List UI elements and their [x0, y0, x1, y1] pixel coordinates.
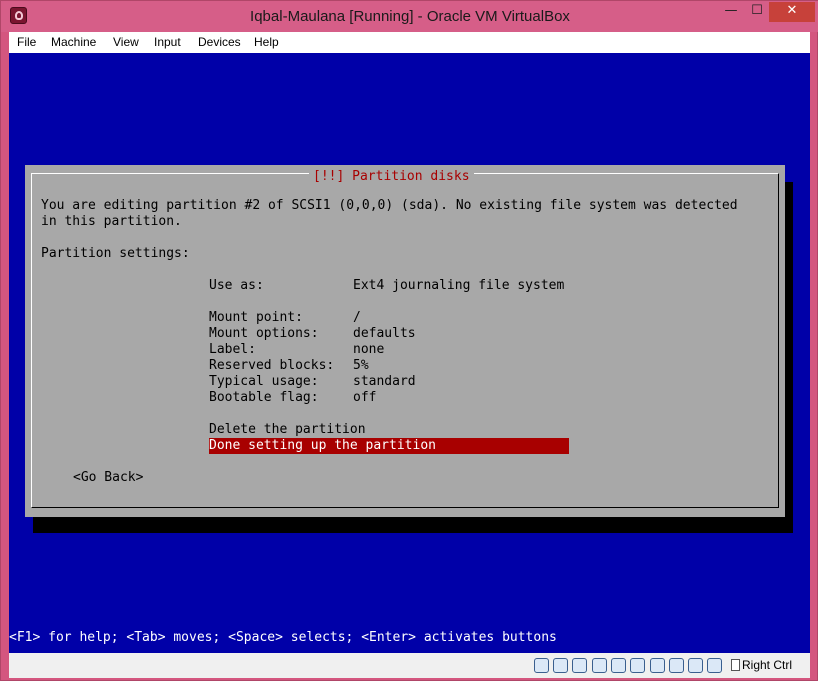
minimize-button[interactable]: —: [718, 2, 744, 22]
window-title: Iqbal-Maulana [Running] - Oracle VM Virt…: [250, 8, 570, 25]
setting-label: Typical usage:: [209, 374, 319, 389]
setting-label: Mount point:: [209, 310, 303, 325]
shared-folders-icon[interactable]: [611, 658, 626, 673]
close-button[interactable]: ✕: [769, 2, 815, 22]
section-heading: Partition settings:: [41, 246, 190, 261]
vm-screen[interactable]: [!!] Partition disks You are editing par…: [9, 53, 810, 653]
menu-view[interactable]: View: [113, 32, 139, 53]
menu-help[interactable]: Help: [254, 32, 279, 53]
setting-label: Bootable flag:: [209, 390, 319, 405]
setting-value: 5%: [353, 358, 369, 373]
optical-drive-icon[interactable]: [553, 658, 568, 673]
setting-value: defaults: [353, 326, 416, 341]
delete-partition-option[interactable]: Delete the partition: [209, 422, 366, 438]
intro-text-line2: in this partition.: [41, 214, 182, 229]
intro-text-line1: You are editing partition #2 of SCSI1 (0…: [41, 198, 738, 213]
keyboard-icon[interactable]: [669, 658, 684, 673]
virtualbox-window: Iqbal-Maulana [Running] - Oracle VM Virt…: [0, 0, 818, 681]
setting-label: Mount options:: [209, 326, 319, 341]
setting-value: Ext4 journaling file system: [353, 278, 565, 293]
menu-machine[interactable]: Machine: [51, 32, 96, 53]
go-back-button[interactable]: <Go Back>: [73, 470, 143, 486]
setting-label: Label:: [209, 342, 256, 357]
setting-value: off: [353, 390, 377, 405]
dialog-title-bar: [!!] Partition disks: [309, 165, 474, 184]
menu-input[interactable]: Input: [154, 32, 181, 53]
done-partition-option[interactable]: Done setting up the partition: [209, 438, 569, 454]
hard-disk-icon[interactable]: [534, 658, 549, 673]
usb-icon[interactable]: [572, 658, 587, 673]
mouse-integration-icon[interactable]: [688, 658, 703, 673]
setting-label: Use as:: [209, 278, 264, 293]
setting-label: Reserved blocks:: [209, 358, 335, 373]
title-bar[interactable]: Iqbal-Maulana [Running] - Oracle VM Virt…: [1, 1, 818, 32]
network-icon[interactable]: [592, 658, 607, 673]
done-partition-label: Done setting up the partition: [209, 438, 436, 453]
partition-dialog: [!!] Partition disks You are editing par…: [25, 165, 785, 517]
host-key-label: Right Ctrl: [742, 658, 793, 672]
menu-bar: File Machine View Input Devices Help: [9, 32, 810, 53]
setting-value: standard: [353, 374, 416, 389]
arrow-icon: [731, 659, 740, 671]
maximize-button[interactable]: ☐: [744, 2, 770, 22]
guest-additions-icon[interactable]: [707, 658, 722, 673]
display-icon[interactable]: [630, 658, 645, 673]
setting-value: none: [353, 342, 385, 357]
help-footer: <F1> for help; <Tab> moves; <Space> sele…: [9, 630, 557, 645]
video-capture-icon[interactable]: [650, 658, 665, 673]
setting-value: /: [353, 310, 361, 325]
dialog-title: [!!] Partition disks: [313, 169, 470, 184]
status-bar: Right Ctrl: [9, 653, 810, 678]
menu-devices[interactable]: Devices: [198, 32, 241, 53]
menu-file[interactable]: File: [17, 32, 36, 53]
